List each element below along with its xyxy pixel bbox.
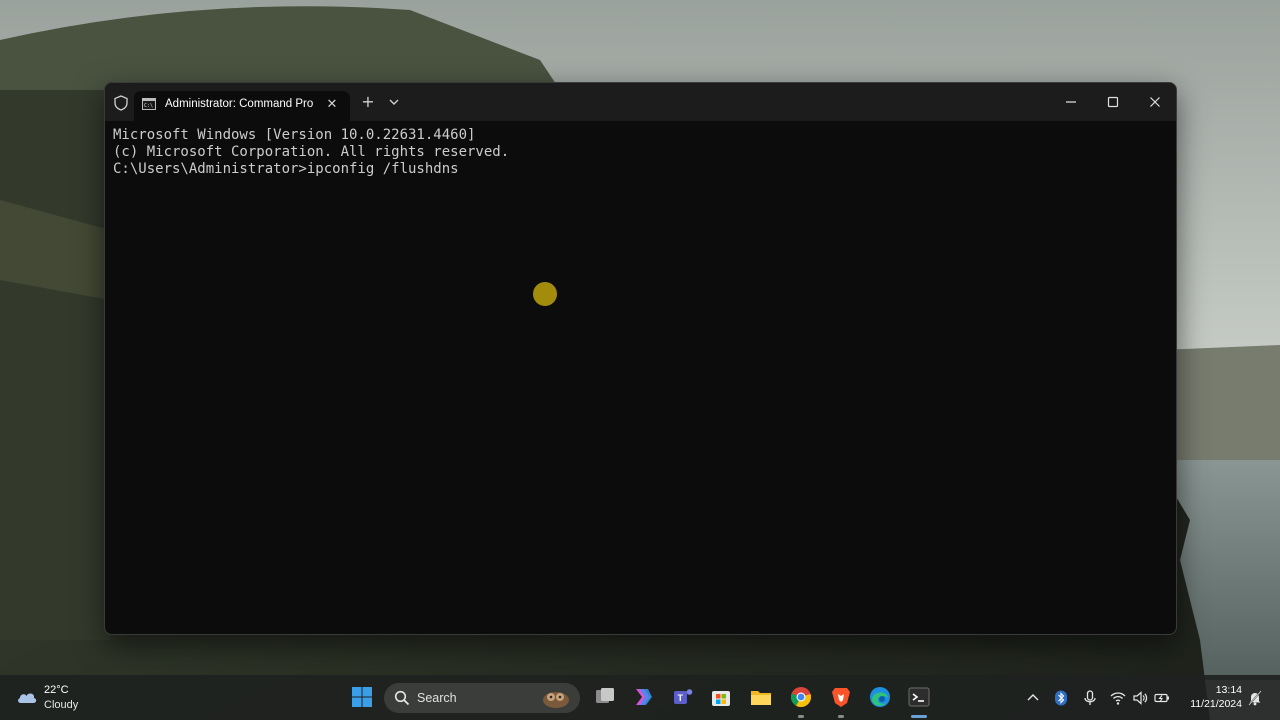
clock-time: 13:14 — [1215, 684, 1242, 696]
chevron-up-icon[interactable] — [1025, 690, 1041, 706]
microphone-icon[interactable] — [1082, 690, 1098, 706]
terminal-running-indicator — [911, 715, 927, 718]
task-view-icon[interactable] — [593, 685, 617, 709]
terminal-app-icon[interactable] — [907, 685, 931, 709]
maximize-button[interactable] — [1102, 91, 1124, 113]
chrome-icon[interactable] — [789, 685, 813, 709]
minimize-button[interactable] — [1060, 91, 1082, 113]
console-line: Microsoft Windows [Version 10.0.22631.44… — [113, 127, 476, 143]
bluetooth-icon[interactable] — [1053, 690, 1069, 706]
title-bar[interactable]: C:\ Administrator: Command Pro ✕ + — [105, 83, 1176, 121]
weather-condition: Cloudy — [44, 699, 79, 711]
console-prompt-line: C:\Users\Administrator>ipconfig /flushdn… — [113, 160, 459, 177]
teams-icon[interactable]: T — [671, 685, 695, 709]
search-icon — [394, 690, 410, 706]
admin-shield-icon — [114, 95, 128, 111]
svg-text:T: T — [678, 693, 684, 703]
file-explorer-icon[interactable] — [749, 685, 773, 709]
chevron-down-icon[interactable] — [387, 95, 401, 109]
close-window-button[interactable] — [1144, 91, 1166, 113]
weather-widget[interactable]: 22°C Cloudy — [16, 684, 96, 714]
console-line: (c) Microsoft Corporation. All rights re… — [113, 143, 510, 160]
copilot-icon[interactable] — [631, 685, 655, 709]
brave-running-indicator — [838, 715, 844, 718]
weather-temperature: 22°C — [44, 684, 69, 696]
mouse-cursor-highlight — [533, 282, 557, 306]
brave-browser-icon[interactable] — [829, 685, 853, 709]
edge-icon[interactable] — [868, 685, 892, 709]
system-clock[interactable]: 13:14 11/21/2024 — [1178, 683, 1242, 711]
volume-icon[interactable] — [1132, 690, 1148, 706]
tab-title: Administrator: Command Pro — [165, 98, 314, 110]
command-prompt-icon: C:\ — [142, 98, 156, 110]
notification-bell-icon[interactable] — [1248, 690, 1262, 706]
new-tab-button[interactable]: + — [359, 93, 377, 111]
search-label: Search — [417, 691, 457, 705]
chrome-running-indicator — [798, 715, 804, 718]
tab-command-prompt[interactable]: C:\ Administrator: Command Pro ✕ — [134, 91, 350, 121]
console-output[interactable]: Microsoft Windows [Version 10.0.22631.44… — [113, 127, 1168, 626]
taskbar-search[interactable]: Search — [384, 683, 580, 713]
battery-charging-icon[interactable] — [1154, 690, 1170, 706]
cloud-icon — [18, 693, 37, 703]
windows-start-icon[interactable] — [350, 685, 374, 709]
search-highlight-icon — [543, 692, 569, 708]
tab-close-icon[interactable]: ✕ — [324, 97, 340, 113]
svg-text:C:\: C:\ — [144, 103, 153, 109]
terminal-window: C:\ Administrator: Command Pro ✕ + Micro… — [104, 82, 1177, 635]
taskbar: 22°C Cloudy Search T 13:14 11/21/2024 — [0, 675, 1280, 720]
wifi-icon[interactable] — [1110, 690, 1126, 706]
microsoft-store-icon[interactable] — [709, 685, 733, 709]
clock-date: 11/21/2024 — [1190, 698, 1242, 710]
